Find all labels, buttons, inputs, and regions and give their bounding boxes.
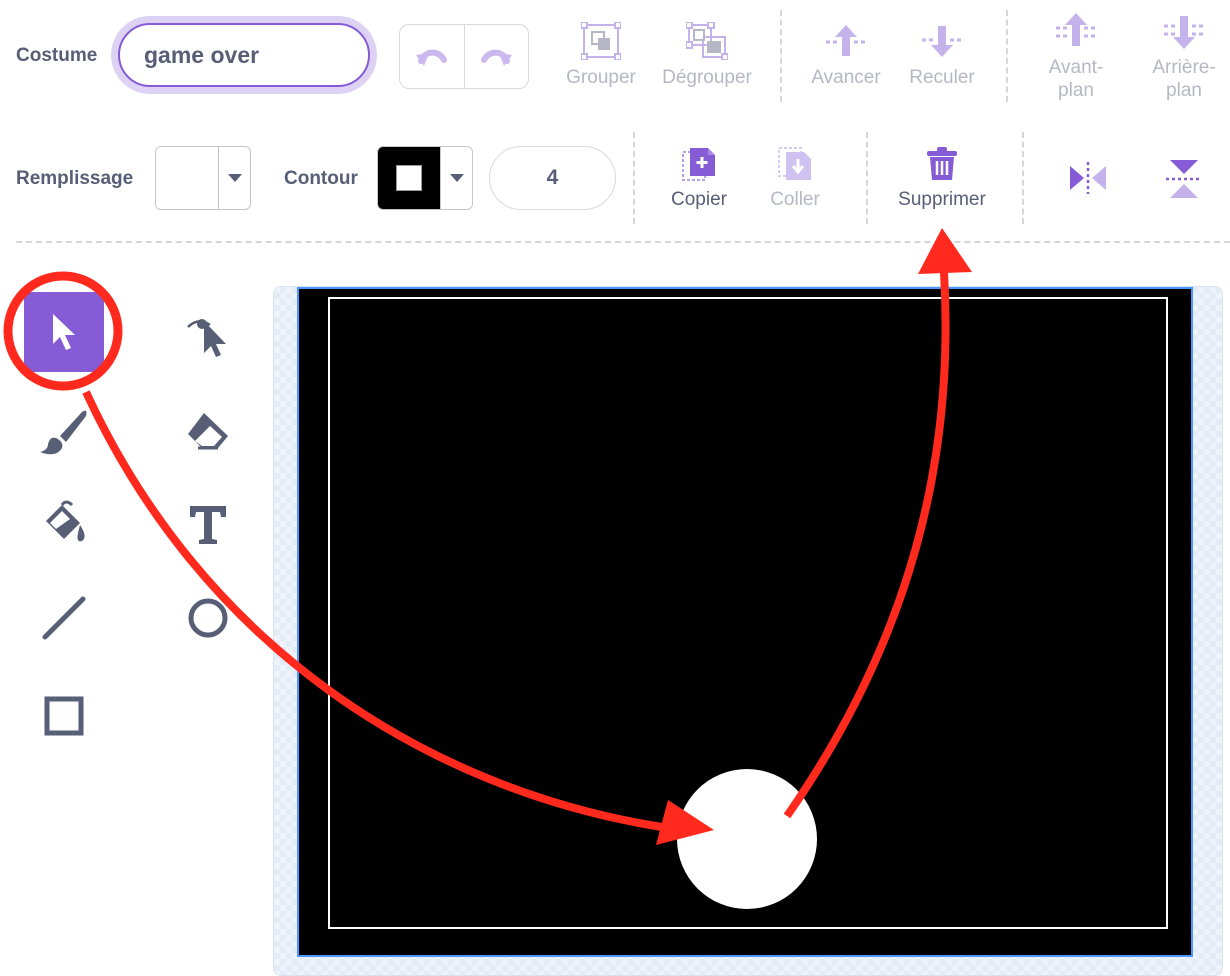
tool-circle[interactable] — [168, 578, 248, 658]
ungroup-button[interactable]: Dégrouper — [656, 22, 758, 89]
tool-select[interactable] — [24, 292, 104, 372]
caret-down-icon — [227, 174, 242, 182]
undo-button[interactable] — [400, 25, 464, 88]
flip-horizontal-button[interactable] — [1066, 160, 1110, 201]
separator — [1022, 132, 1024, 224]
fill-label: Remplissage — [16, 168, 134, 189]
front-label: Avant- plan — [1048, 57, 1104, 101]
fill-color-picker[interactable] — [155, 146, 251, 210]
delete-button[interactable]: Supprimer — [890, 146, 994, 211]
outline-preview — [396, 165, 422, 191]
copy-label: Copier — [671, 189, 727, 210]
fill-bucket-icon — [46, 500, 85, 542]
brush-icon — [40, 410, 87, 455]
costume-label: Costume — [16, 45, 98, 66]
paste-icon — [778, 147, 811, 180]
separator — [1006, 10, 1008, 102]
backward-button[interactable]: Reculer — [902, 22, 982, 89]
bring-to-front-icon — [1056, 13, 1096, 46]
send-to-back-icon — [1164, 16, 1204, 49]
toolbar-divider — [16, 241, 1230, 243]
tool-brush[interactable] — [24, 392, 104, 472]
fill-swatch[interactable] — [156, 147, 218, 209]
arrowhead — [918, 228, 972, 274]
ungroup-label: Dégrouper — [662, 67, 752, 88]
flip-vertical-icon — [1166, 160, 1202, 198]
select-arrow-icon — [53, 314, 75, 350]
reshape-icon — [187, 319, 226, 357]
arrow-up-icon — [826, 25, 866, 56]
tool-reshape[interactable] — [168, 292, 248, 372]
tool-fill[interactable] — [24, 484, 104, 564]
delete-label: Supprimer — [898, 189, 986, 210]
backward-label: Reculer — [909, 67, 975, 88]
paste-button[interactable]: Coller — [760, 146, 830, 211]
rectangle-icon — [44, 696, 84, 736]
back-button[interactable]: Arrière- plan — [1144, 12, 1224, 102]
group-label: Grouper — [566, 67, 636, 88]
flip-vertical-button[interactable] — [1164, 158, 1204, 205]
redo-button[interactable] — [463, 25, 529, 88]
group-icon — [581, 22, 621, 60]
separator — [633, 132, 635, 224]
separator — [866, 132, 868, 224]
ungroup-icon — [686, 22, 728, 60]
outline-dropdown[interactable] — [440, 147, 472, 209]
copy-button[interactable]: Copier — [664, 146, 734, 211]
text-t-icon — [190, 506, 226, 544]
forward-button[interactable]: Avancer — [806, 22, 886, 89]
forward-label: Avancer — [811, 67, 881, 88]
tool-eraser[interactable] — [168, 392, 248, 472]
arrow-down-icon — [922, 26, 962, 57]
eraser-icon — [188, 413, 228, 450]
group-button[interactable]: Grouper — [560, 22, 642, 89]
costume-name-input[interactable] — [118, 23, 370, 87]
redo-icon — [481, 49, 513, 66]
outline-label: Contour — [284, 168, 358, 189]
tool-line[interactable] — [24, 578, 104, 658]
line-icon — [42, 596, 86, 640]
separator — [780, 10, 782, 102]
outline-width-input[interactable]: 4 — [489, 146, 616, 210]
trash-icon — [927, 147, 957, 180]
front-button[interactable]: Avant- plan — [1036, 12, 1116, 102]
fill-dropdown[interactable] — [218, 147, 250, 209]
outline-swatch[interactable] — [378, 147, 440, 209]
outline-color-picker[interactable] — [377, 146, 473, 210]
copy-icon — [682, 148, 715, 181]
tool-rectangle[interactable] — [24, 676, 104, 756]
flip-horizontal-icon — [1070, 162, 1106, 194]
tool-text[interactable] — [168, 484, 248, 564]
back-label: Arrière- plan — [1152, 57, 1216, 101]
undo-icon — [415, 49, 447, 66]
white-ball-shape[interactable] — [677, 769, 817, 909]
paste-label: Coller — [770, 189, 820, 210]
caret-down-icon — [449, 174, 464, 182]
circle-icon — [188, 598, 228, 638]
undo-redo-group — [399, 24, 529, 89]
